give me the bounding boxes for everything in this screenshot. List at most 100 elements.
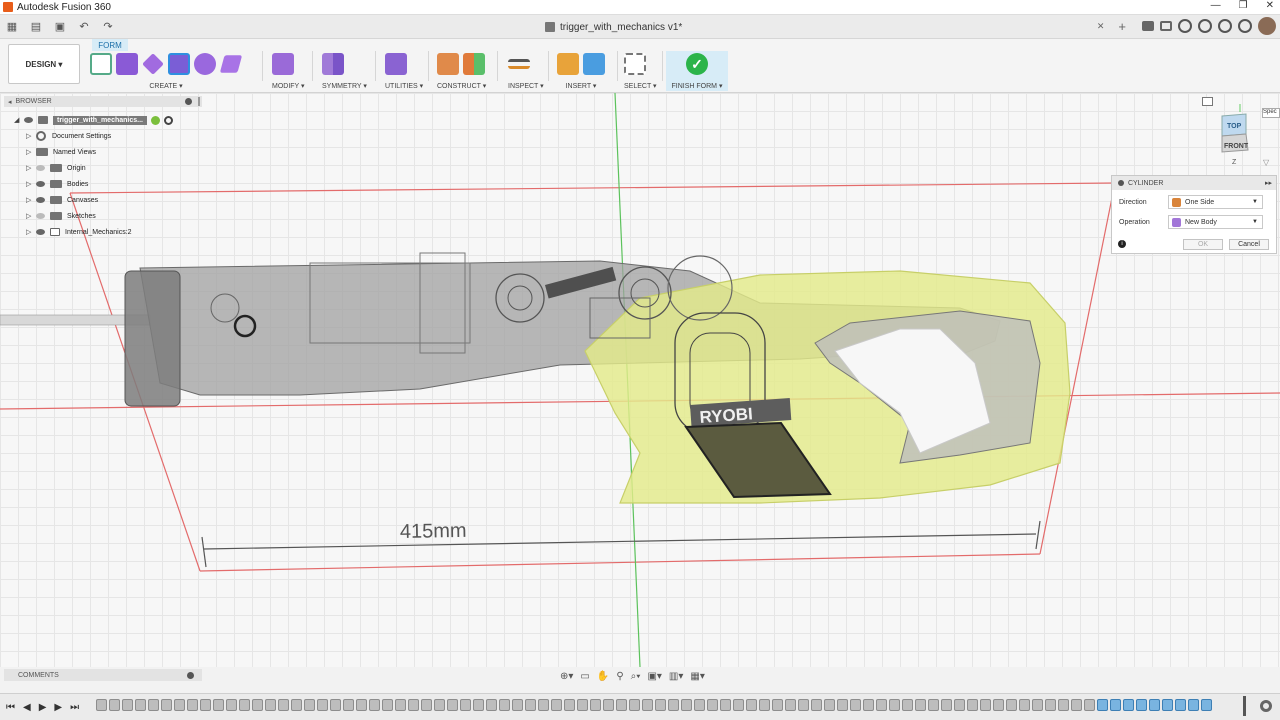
timeline-feature-icon[interactable] <box>265 699 276 711</box>
collapsed-triangle-icon[interactable]: ▷ <box>26 132 36 140</box>
timeline-feature-icon[interactable] <box>668 699 679 711</box>
activate-radio-icon[interactable] <box>163 115 173 125</box>
finish-form-label[interactable]: FINISH FORM ▾ <box>666 82 728 90</box>
comments-panel[interactable]: COMMENTS <box>4 669 202 681</box>
go-to-end-icon[interactable]: ⏭ <box>70 702 79 713</box>
timeline-feature-icon[interactable] <box>187 699 198 711</box>
timeline-feature-icon[interactable] <box>1032 699 1043 711</box>
visibility-eye-icon[interactable] <box>36 197 45 203</box>
timeline-feature-icon[interactable] <box>577 699 588 711</box>
viewcube[interactable]: TOP FRONT Z <box>1210 99 1271 170</box>
timeline-feature-icon[interactable] <box>512 699 523 711</box>
timeline-feature-icon[interactable] <box>993 699 1004 711</box>
plane-icon[interactable] <box>142 53 164 75</box>
timeline-feature-icon[interactable] <box>213 699 224 711</box>
visibility-eye-icon[interactable] <box>36 229 45 235</box>
timeline-feature-icon[interactable] <box>135 699 146 711</box>
timeline-feature-icon[interactable] <box>1110 699 1121 711</box>
insert-group-label[interactable]: INSERT ▾ <box>557 82 605 90</box>
timeline-feature-icon[interactable] <box>369 699 380 711</box>
avatar[interactable] <box>1258 17 1276 35</box>
timeline-feature-icon[interactable] <box>330 699 341 711</box>
job-status-icon[interactable] <box>1178 19 1192 33</box>
help-icon[interactable] <box>1238 19 1252 33</box>
minimize-button[interactable]: — <box>1211 0 1221 11</box>
zoom-icon[interactable]: ⚲ <box>616 671 623 682</box>
pan-icon[interactable]: ✋ <box>597 671 609 682</box>
timeline-feature-icon[interactable] <box>837 699 848 711</box>
timeline-feature-icon[interactable] <box>876 699 887 711</box>
timeline-feature-icon[interactable] <box>1058 699 1069 711</box>
timeline-feature-icon[interactable] <box>421 699 432 711</box>
collapsed-triangle-icon[interactable]: ▷ <box>26 164 36 172</box>
app-grid-icon[interactable]: ▦ <box>4 19 20 35</box>
timeline-feature-icon[interactable] <box>1201 699 1212 711</box>
create-group-label[interactable]: CREATE ▾ <box>90 82 242 90</box>
timeline-feature-icon[interactable] <box>681 699 692 711</box>
timeline-feature-icon[interactable] <box>499 699 510 711</box>
browser-node[interactable]: ▷ Origin <box>26 161 86 175</box>
step-forward-icon[interactable]: ▶ <box>54 702 62 713</box>
collapsed-triangle-icon[interactable]: ▷ <box>26 148 36 156</box>
timeline-feature-icon[interactable] <box>174 699 185 711</box>
inspect-group-label[interactable]: INSPECT ▾ <box>508 82 544 90</box>
timeline-feature-icon[interactable] <box>772 699 783 711</box>
timeline-feature-icon[interactable] <box>590 699 601 711</box>
timeline-feature-icon[interactable] <box>1019 699 1030 711</box>
browser-node[interactable]: ▷ Document Settings <box>26 129 111 143</box>
info-icon[interactable]: i <box>1118 240 1126 248</box>
operation-dropdown[interactable]: New Body ▼ <box>1168 215 1263 229</box>
symmetry-group-label[interactable]: SYMMETRY ▾ <box>322 82 367 90</box>
viewports-icon[interactable]: ▦▾ <box>690 671 704 682</box>
timeline-feature-icon[interactable] <box>967 699 978 711</box>
timeline-feature-icon[interactable] <box>811 699 822 711</box>
timeline-feature-icon[interactable] <box>824 699 835 711</box>
insert-derive-icon[interactable] <box>557 53 579 75</box>
browser-header[interactable]: ◂ BROWSER <box>4 96 202 107</box>
timeline-feature-icon[interactable] <box>707 699 718 711</box>
modify-icon[interactable] <box>272 53 294 75</box>
timeline-feature-icon[interactable] <box>304 699 315 711</box>
timeline-feature-icon[interactable] <box>733 699 744 711</box>
sphere-icon[interactable] <box>194 53 216 75</box>
collapsed-triangle-icon[interactable]: ▷ <box>26 196 36 204</box>
timeline-feature-icon[interactable] <box>96 699 107 711</box>
notifications-icon[interactable] <box>1160 21 1172 31</box>
timeline-feature-icon[interactable] <box>317 699 328 711</box>
select-window-icon[interactable] <box>624 53 646 75</box>
expanded-triangle-icon[interactable]: ◢ <box>14 116 24 124</box>
timeline-feature-icon[interactable] <box>1149 699 1160 711</box>
undo-icon[interactable]: ↶ <box>76 19 92 35</box>
timeline-feature-icon[interactable] <box>1123 699 1134 711</box>
timeline-feature-icon[interactable] <box>1045 699 1056 711</box>
dialog-header[interactable]: CYLINDER ▸▸ <box>1112 176 1276 190</box>
orbit-icon[interactable]: ⊕▾ <box>560 671 573 682</box>
close-tab-icon[interactable]: ✕ <box>1097 21 1105 32</box>
browser-node[interactable]: ▷ Sketches <box>26 209 96 223</box>
timeline-feature-icon[interactable] <box>408 699 419 711</box>
home-icon[interactable] <box>1202 97 1213 106</box>
timeline-feature-icon[interactable] <box>395 699 406 711</box>
timeline-feature-icon[interactable] <box>486 699 497 711</box>
timeline-feature-icon[interactable] <box>460 699 471 711</box>
browser-node[interactable]: ▷ Canvases <box>26 193 98 207</box>
file-menu-icon[interactable]: ▤ <box>28 19 44 35</box>
collapsed-triangle-icon[interactable]: ▷ <box>26 180 36 188</box>
step-back-icon[interactable]: ◀ <box>23 702 31 713</box>
create-sketch-icon[interactable] <box>90 53 112 75</box>
timeline-settings-icon[interactable] <box>1260 700 1272 712</box>
close-window-button[interactable]: ✕ <box>1266 0 1274 11</box>
timeline-feature-icon[interactable] <box>928 699 939 711</box>
timeline-feature-icon[interactable] <box>1097 699 1108 711</box>
collapse-icon[interactable] <box>1118 180 1124 186</box>
timeline-feature-icon[interactable] <box>941 699 952 711</box>
grid-settings-icon[interactable]: ▥▾ <box>669 671 683 682</box>
link-icon[interactable] <box>150 115 160 125</box>
timeline-feature-icon[interactable] <box>434 699 445 711</box>
timeline-feature-icon[interactable] <box>161 699 172 711</box>
timeline-feature-icon[interactable] <box>551 699 562 711</box>
canvas-image-icon[interactable] <box>583 53 605 75</box>
timeline-feature-icon[interactable] <box>1006 699 1017 711</box>
expand-arrow-icon[interactable]: ▸▸ <box>1265 179 1272 187</box>
timeline-feature-icon[interactable] <box>382 699 393 711</box>
